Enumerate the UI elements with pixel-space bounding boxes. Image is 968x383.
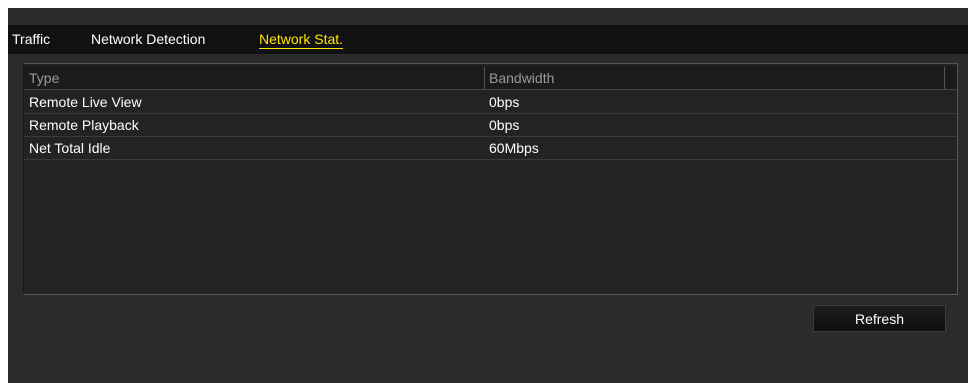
- network-stat-panel: Traffic Network Detection Network Stat. …: [8, 8, 968, 383]
- column-divider[interactable]: [484, 67, 485, 89]
- tab-bar: Traffic Network Detection Network Stat.: [8, 25, 968, 54]
- tab-network-stat-label: Network Stat.: [259, 31, 344, 49]
- tab-network-stat[interactable]: Network Stat.: [259, 25, 344, 54]
- row-bandwidth: 60Mbps: [489, 140, 539, 156]
- network-stat-table: Type Bandwidth Remote Live View 0bps Rem…: [23, 63, 958, 295]
- row-bandwidth: 0bps: [489, 94, 520, 110]
- refresh-button[interactable]: Refresh: [813, 305, 946, 332]
- row-type: Net Total Idle: [29, 140, 111, 156]
- row-type: Remote Live View: [29, 94, 142, 110]
- column-divider-end[interactable]: [944, 67, 945, 89]
- row-type: Remote Playback: [29, 117, 139, 133]
- tab-network-detection-label: Network Detection: [91, 31, 206, 47]
- tab-network-detection[interactable]: Network Detection: [91, 25, 205, 54]
- table-row[interactable]: Remote Playback 0bps: [24, 114, 957, 137]
- tab-traffic-label: Traffic: [12, 31, 51, 47]
- table-header: Type Bandwidth: [24, 66, 957, 90]
- tab-traffic[interactable]: Traffic: [12, 25, 50, 54]
- table-row[interactable]: Remote Live View 0bps: [24, 91, 957, 114]
- table-row[interactable]: Net Total Idle 60Mbps: [24, 137, 957, 160]
- column-header-bandwidth[interactable]: Bandwidth: [489, 66, 554, 89]
- row-bandwidth: 0bps: [489, 117, 520, 133]
- column-header-type[interactable]: Type: [29, 66, 59, 89]
